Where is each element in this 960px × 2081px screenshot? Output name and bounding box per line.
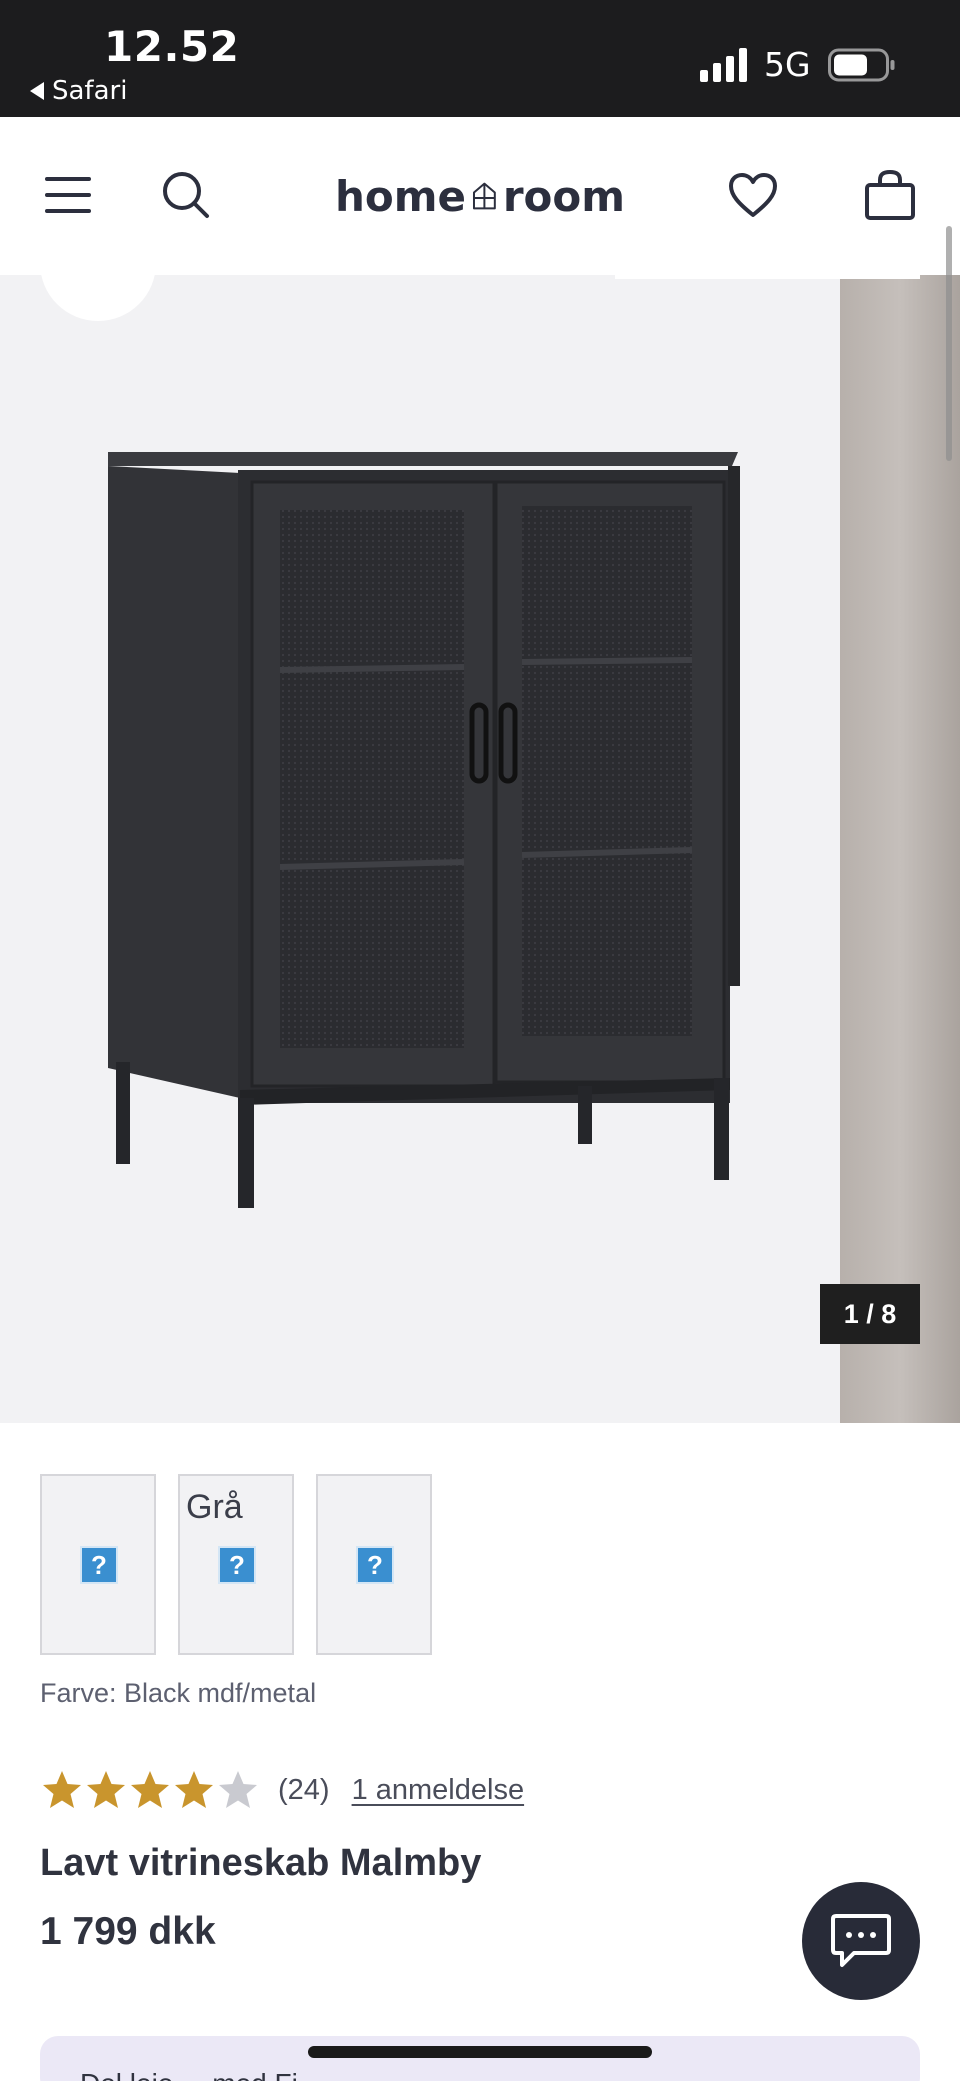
back-to-app-link[interactable]: Safari: [30, 76, 127, 106]
page-scrollbar[interactable]: [946, 226, 952, 461]
site-header: home room: [0, 117, 960, 275]
rating-count: (24): [278, 1773, 330, 1806]
reviews-link[interactable]: 1 anmeldelse: [352, 1774, 525, 1807]
star-filled-icon: [175, 1771, 213, 1808]
product-price: 1 799 dkk: [40, 1910, 216, 1953]
star-empty-icon: [219, 1771, 257, 1808]
chat-icon: [831, 1914, 891, 1967]
status-bar: 12.52 Safari 5G: [0, 0, 960, 117]
header-shadow-strip: [615, 275, 920, 279]
thumbnail-2[interactable]: Grå ?: [178, 1474, 294, 1655]
search-icon[interactable]: [158, 167, 214, 223]
home-indicator[interactable]: [308, 2046, 652, 2058]
status-time: 12.52: [104, 22, 240, 71]
promo-banner[interactable]: Del leje ... med Fi...: [40, 2036, 920, 2081]
menu-icon[interactable]: [40, 167, 96, 223]
gallery-main-image[interactable]: [0, 275, 840, 1423]
product-gallery[interactable]: 1 / 8: [0, 275, 960, 1423]
network-type: 5G: [764, 45, 811, 84]
selected-color-label: Farve: Black mdf/metal: [40, 1678, 317, 1708]
heart-icon[interactable]: [725, 167, 781, 223]
back-arrow-icon: [30, 82, 44, 100]
promo-text: Del leje ... med Fi...: [80, 2068, 321, 2081]
gallery-next-image-peek[interactable]: [840, 275, 960, 1423]
signal-icon: [700, 48, 747, 82]
product-name: Lavt vitrineskab Malmby: [40, 1842, 482, 1884]
logo-house-icon: [473, 182, 496, 210]
thumbnail-1[interactable]: ?: [40, 1474, 156, 1655]
broken-image-icon: ?: [218, 1546, 256, 1584]
shopping-bag-icon[interactable]: [862, 167, 918, 223]
thumbnail-3[interactable]: ?: [316, 1474, 432, 1655]
site-logo[interactable]: home room: [335, 165, 625, 227]
thumbnail-color-label: Grå: [186, 1488, 243, 1526]
battery-icon: [828, 48, 895, 82]
image-counter: 1 / 8: [820, 1284, 920, 1344]
cabinet-image: [108, 452, 740, 1208]
logo-text-left: home: [335, 171, 467, 221]
broken-image-icon: ?: [80, 1546, 118, 1584]
broken-image-icon: ?: [356, 1546, 394, 1584]
logo-text-right: room: [502, 171, 625, 221]
back-app-label: Safari: [52, 76, 128, 106]
product-rating: (24) 1 anmeldelse: [40, 1768, 524, 1812]
star-filled-icon: [131, 1771, 169, 1808]
star-filled-icon: [43, 1771, 81, 1808]
chat-button[interactable]: [802, 1882, 920, 2000]
star-filled-icon: [87, 1771, 125, 1808]
